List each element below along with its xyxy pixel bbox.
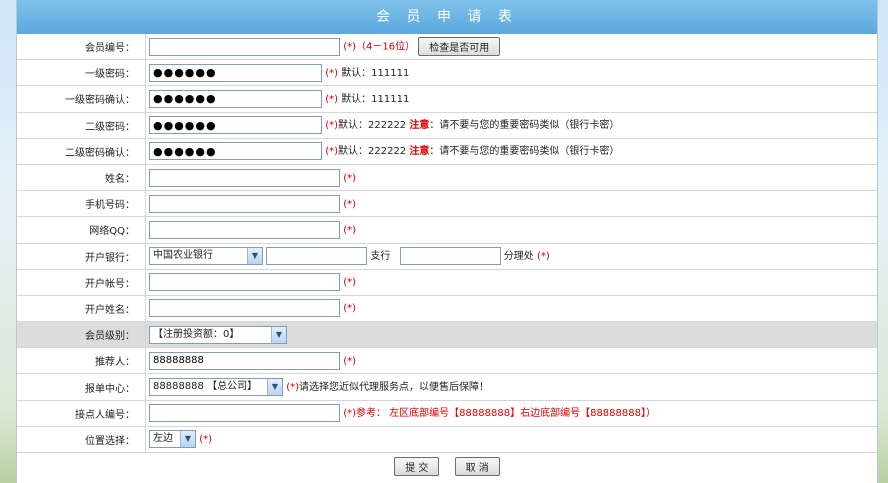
row-member-id: 会员编号： (*)（4－16位） 检查是否可用: [17, 34, 877, 61]
referrer-label: 推荐人：: [17, 347, 146, 375]
position-required: (*): [199, 434, 212, 446]
chevron-down-icon: ▼: [247, 248, 262, 265]
bank-label: 开户银行：: [17, 243, 146, 270]
name-input[interactable]: [149, 168, 340, 187]
form-actions: 提 交 取 消: [17, 453, 877, 476]
pwd1-confirm-hint: 默认：111111: [341, 93, 410, 105]
level-label: 会员级别：: [17, 321, 146, 349]
contact-input[interactable]: [149, 404, 340, 423]
chevron-down-icon: ▼: [267, 379, 282, 396]
member-id-input[interactable]: [149, 37, 340, 56]
row-referrer: 推荐人： (*): [17, 347, 877, 375]
contact-label: 接点人编号：: [17, 400, 146, 427]
center-select[interactable]: 88888888 【总公司】 ▼: [149, 378, 283, 397]
bank-select[interactable]: 中国农业银行 ▼: [149, 247, 263, 266]
pwd2-confirm-hint-prefix: 默认：222222: [338, 146, 410, 158]
pwd2-confirm-hint-suffix: ：请不要与您的重要密码类似（银行卡密）: [429, 146, 620, 158]
pwd2-confirm-required: (*): [325, 146, 338, 158]
phone-input[interactable]: [149, 194, 340, 213]
row-account: 开户帐号： (*): [17, 269, 877, 296]
pwd1-confirm-required: (*): [325, 93, 338, 105]
account-name-label: 开户姓名：: [17, 295, 146, 323]
center-selected: 88888888 【总公司】: [153, 381, 258, 393]
account-name-required: (*): [343, 303, 356, 315]
account-name-input[interactable]: [149, 299, 340, 318]
sub-branch-label: 分理处: [503, 251, 534, 263]
chevron-down-icon: ▼: [271, 326, 286, 343]
contact-ref-text: 左区底部编号【88888888】右边底部编号【88888888】）: [389, 408, 656, 420]
row-center: 报单中心： 88888888 【总公司】 ▼ (*)请选择您近似代理服务点，以便售…: [17, 373, 877, 401]
pwd2-confirm-warning: 注意: [409, 146, 430, 158]
center-required: (*): [286, 382, 299, 394]
position-label: 位置选择：: [17, 426, 146, 454]
pwd1-required: (*): [325, 67, 338, 79]
row-level: 会员级别： 【注册投资额：0】 ▼: [17, 321, 877, 349]
qq-required: (*): [343, 224, 356, 236]
member-id-hint: (*)（4－16位）: [343, 41, 416, 53]
row-contact: 接点人编号： (*)参考： 左区底部编号【88888888】右边底部编号【888…: [17, 400, 877, 427]
row-name: 姓名： (*): [17, 164, 877, 192]
row-pwd1-confirm: 一级密码确认： (*) 默认：111111: [17, 85, 877, 113]
cancel-button[interactable]: 取 消: [454, 457, 500, 476]
branch-label: 支行: [370, 251, 391, 263]
pwd2-warning: 注意: [409, 120, 430, 132]
referrer-input[interactable]: [149, 351, 340, 370]
qq-label: 网络QQ：: [17, 216, 146, 244]
row-pwd2: 二级密码： (*)默认：222222 注意：请不要与您的重要密码类似（银行卡密）: [17, 112, 877, 139]
pwd2-label: 二级密码：: [17, 112, 146, 139]
row-position: 位置选择： 左边 ▼ (*): [17, 426, 877, 454]
bank-selected: 中国农业银行: [153, 250, 213, 262]
row-qq: 网络QQ： (*): [17, 216, 877, 244]
member-id-label: 会员编号：: [17, 34, 146, 61]
account-input[interactable]: [149, 273, 340, 292]
position-selected: 左边: [153, 433, 173, 445]
name-required: (*): [343, 172, 356, 184]
row-account-name: 开户姓名： (*): [17, 295, 877, 323]
pwd2-required: (*): [325, 120, 338, 132]
center-hint: 请选择您近似代理服务点，以便售后保障！: [299, 382, 489, 394]
row-phone: 手机号码： (*): [17, 190, 877, 218]
pwd1-confirm-label: 一级密码确认：: [17, 85, 146, 113]
level-selected: 【注册投资额：0】: [153, 328, 240, 340]
application-form-panel: 会 员 申 请 表 会员编号： (*)（4－16位） 检查是否可用 一级密码： …: [16, 0, 878, 483]
name-label: 姓名：: [17, 164, 146, 192]
pwd2-confirm-label: 二级密码确认：: [17, 138, 146, 165]
row-bank: 开户银行： 中国农业银行 ▼ 支行 分理处 (*): [17, 243, 877, 270]
pwd1-confirm-input[interactable]: [149, 89, 322, 108]
center-label: 报单中心：: [17, 373, 146, 401]
phone-label: 手机号码：: [17, 190, 146, 218]
account-required: (*): [343, 277, 356, 289]
bank-required: (*): [536, 251, 550, 263]
phone-required: (*): [343, 198, 356, 210]
check-availability-button[interactable]: 检查是否可用: [418, 37, 501, 57]
pwd2-hint-prefix: 默认：222222: [338, 120, 410, 132]
qq-input[interactable]: [149, 220, 340, 239]
pwd1-label: 一级密码：: [17, 59, 146, 87]
contact-required: (*): [343, 408, 356, 420]
referrer-required: (*): [343, 355, 356, 367]
row-pwd1: 一级密码： (*) 默认：111111: [17, 59, 877, 87]
pwd2-input[interactable]: [149, 116, 322, 135]
pwd2-hint-suffix: ：请不要与您的重要密码类似（银行卡密）: [429, 120, 620, 132]
position-select[interactable]: 左边 ▼: [149, 430, 196, 449]
pwd1-input[interactable]: [149, 63, 322, 82]
level-select[interactable]: 【注册投资额：0】 ▼: [149, 325, 287, 344]
branch-input[interactable]: [266, 247, 368, 266]
sub-branch-input[interactable]: [399, 247, 501, 266]
chevron-down-icon: ▼: [180, 431, 195, 448]
account-label: 开户帐号：: [17, 269, 146, 296]
pwd2-confirm-input[interactable]: [149, 142, 322, 161]
submit-button[interactable]: 提 交: [394, 457, 440, 476]
application-form: 会员编号： (*)（4－16位） 检查是否可用 一级密码： (*) 默认：111…: [17, 34, 877, 454]
row-pwd2-confirm: 二级密码确认： (*)默认：222222 注意：请不要与您的重要密码类似（银行卡…: [17, 138, 877, 165]
pwd1-hint: 默认：111111: [341, 67, 410, 79]
contact-ref-label: 参考：: [356, 408, 386, 420]
form-title: 会 员 申 请 表: [17, 0, 877, 34]
